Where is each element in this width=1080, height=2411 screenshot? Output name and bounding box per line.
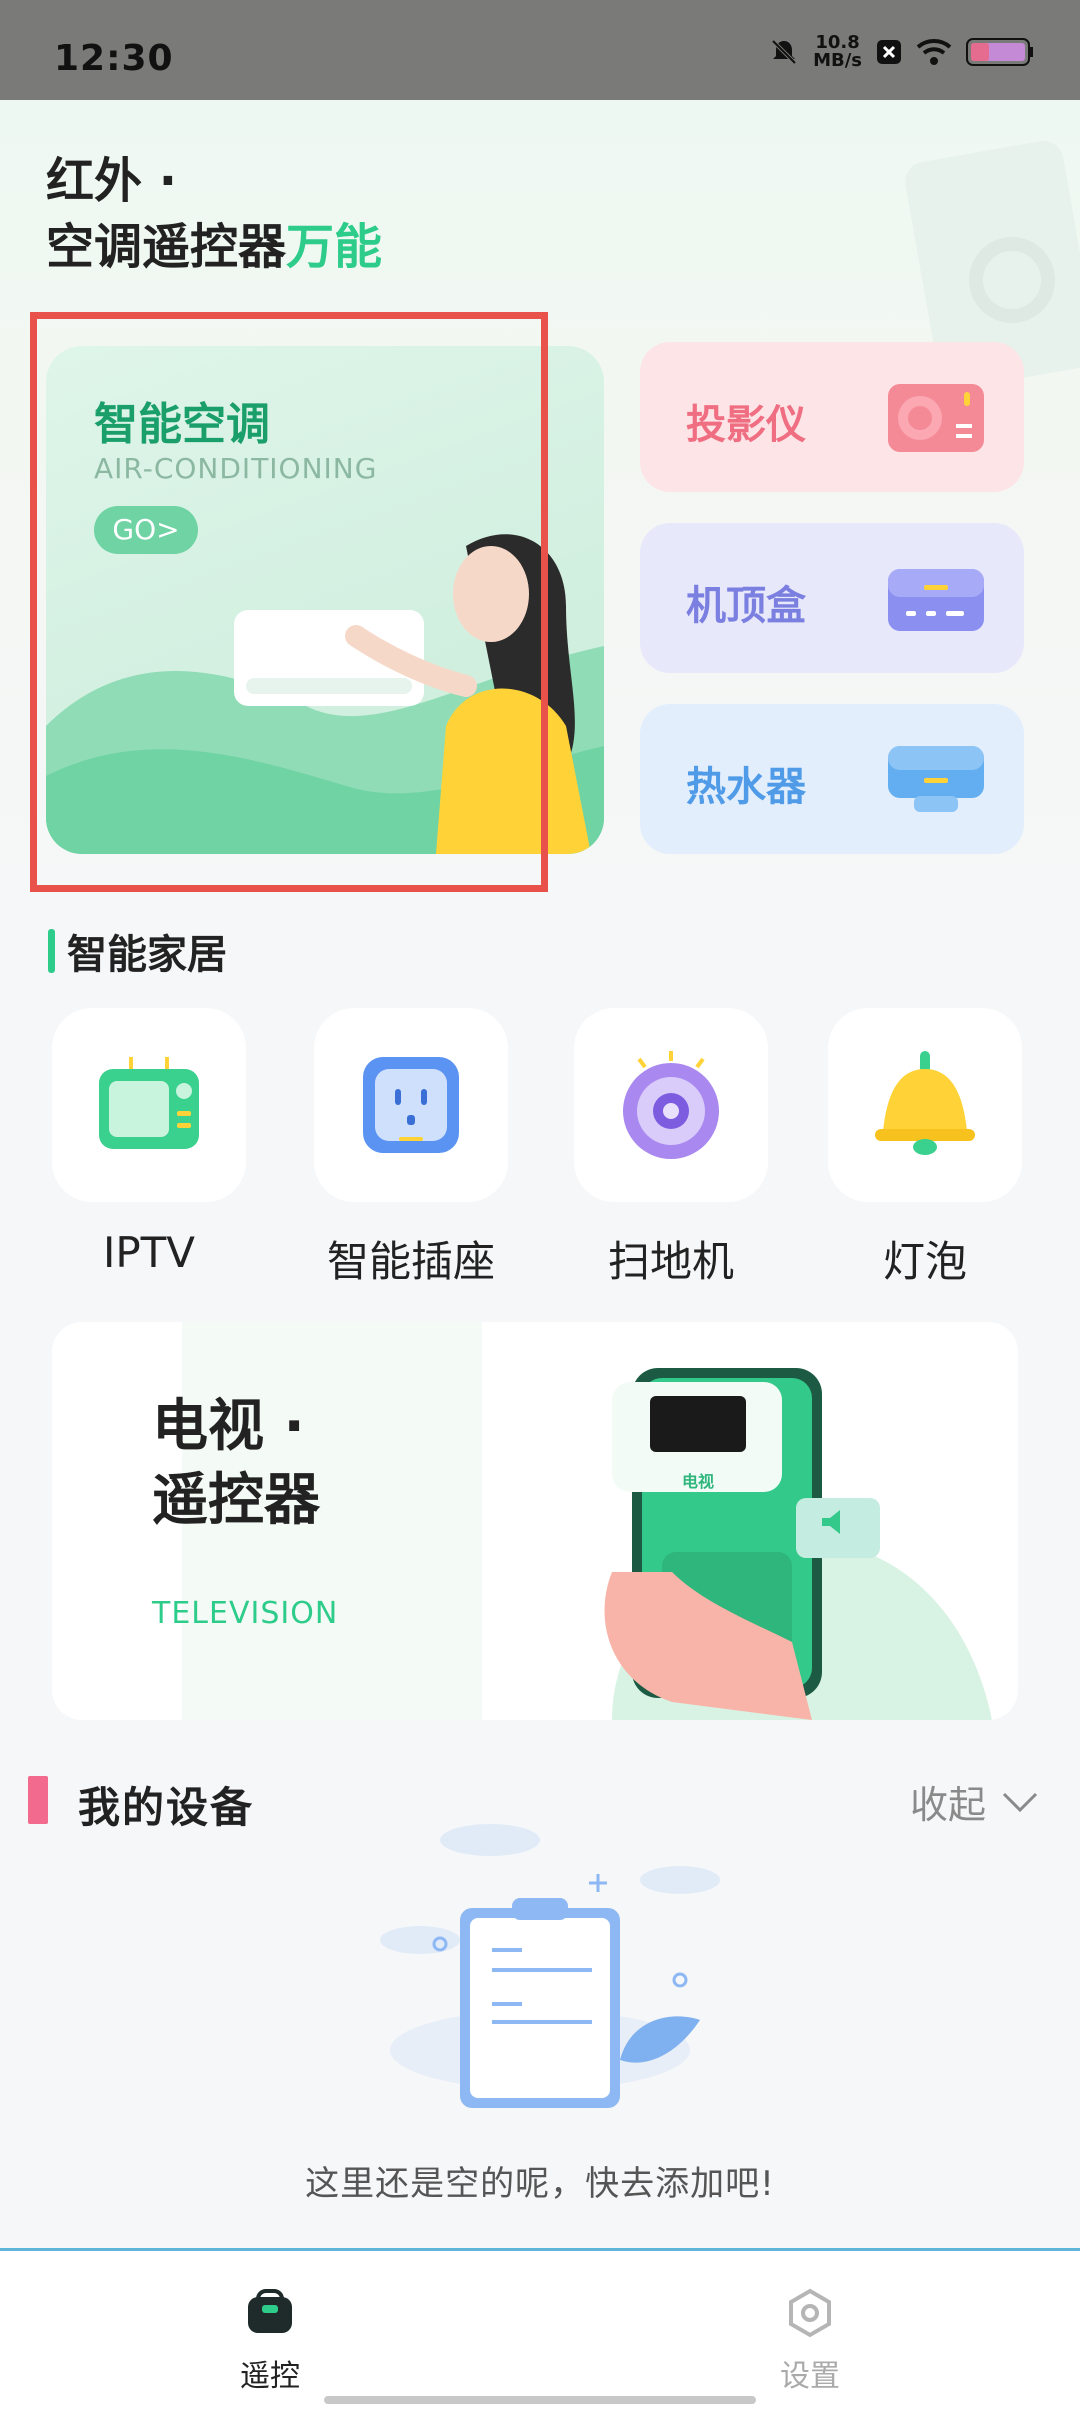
battery-icon <box>966 38 1033 66</box>
empty-clipboard-illustration <box>380 1824 720 2108</box>
decorative-background-shapes <box>905 140 1080 380</box>
notification-x-icon <box>877 40 901 64</box>
home-item-tile <box>828 1008 1022 1202</box>
home-indicator <box>324 2396 756 2404</box>
settings-icon <box>789 2288 831 2338</box>
robot-vacuum-icon <box>623 1051 719 1159</box>
status-icons: 10.8 MB/s <box>769 34 1034 70</box>
water-heater-icon <box>888 746 984 812</box>
nav-remote-tab[interactable]: 遥控 <box>200 2287 340 2395</box>
status-bar: 12:30 10.8 MB/s <box>0 0 1080 100</box>
app-title: 红外 · 空调遥控器万能 <box>46 153 383 275</box>
home-item-tile <box>574 1008 768 1202</box>
iptv-icon <box>99 1057 199 1149</box>
status-time: 12:30 <box>54 38 174 79</box>
set-top-box-card[interactable]: 机顶盒 <box>640 523 1024 673</box>
projector-label: 投影仪 <box>686 402 806 448</box>
nav-settings-tab[interactable]: 设置 <box>740 2287 880 2395</box>
section-accent-bar <box>48 929 55 973</box>
home-item-light-bulb[interactable]: 灯泡 <box>828 1008 1022 1289</box>
projector-icon <box>888 384 984 452</box>
set-top-box-icon <box>888 569 984 631</box>
home-item-tile <box>314 1008 508 1202</box>
light-bulb-icon <box>875 1051 975 1155</box>
tv-remote-card[interactable]: 电视 · 遥控器 TELEVISION 电视 <box>52 1322 1018 1720</box>
wifi-icon <box>916 39 952 65</box>
collapse-button[interactable]: 收起 <box>910 1774 1038 1829</box>
my-devices-title: 我的设备 <box>78 1783 255 1832</box>
projector-card[interactable]: 投影仪 <box>640 342 1024 492</box>
water-heater-card[interactable]: 热水器 <box>640 704 1024 854</box>
tv-title: 电视 · 遥控器 <box>152 1394 320 1533</box>
mute-bell-icon <box>771 39 797 65</box>
home-item-label: 扫地机 <box>607 1237 734 1286</box>
smart-home-section-title: 智能家居 <box>48 922 227 980</box>
home-item-smart-socket[interactable]: 智能插座 <box>314 1008 508 1289</box>
home-item-tile <box>52 1008 246 1202</box>
water-heater-label: 热水器 <box>686 764 806 810</box>
home-item-label: 灯泡 <box>882 1237 967 1286</box>
tv-subtitle: TELEVISION <box>152 1596 339 1631</box>
home-item-iptv[interactable]: IPTV <box>52 1008 246 1277</box>
smart-socket-icon <box>363 1057 459 1153</box>
net-speed: 10.8 MB/s <box>813 32 862 71</box>
tv-screen-label: 电视 <box>681 1472 714 1491</box>
home-item-robot-vacuum[interactable]: 扫地机 <box>574 1008 768 1289</box>
bottom-navigation: 遥控 设置 <box>0 2248 1080 2411</box>
home-item-label: IPTV <box>102 1228 196 1277</box>
home-item-label: 智能插座 <box>326 1237 495 1286</box>
section-accent-bar <box>28 1776 48 1824</box>
empty-state-text: 这里还是空的呢，快去添加吧! <box>305 2164 775 2204</box>
set-top-box-label: 机顶盒 <box>686 583 806 629</box>
remote-icon <box>248 2289 292 2333</box>
chevron-down-icon <box>1002 1792 1038 1812</box>
highlight-box <box>30 312 548 892</box>
